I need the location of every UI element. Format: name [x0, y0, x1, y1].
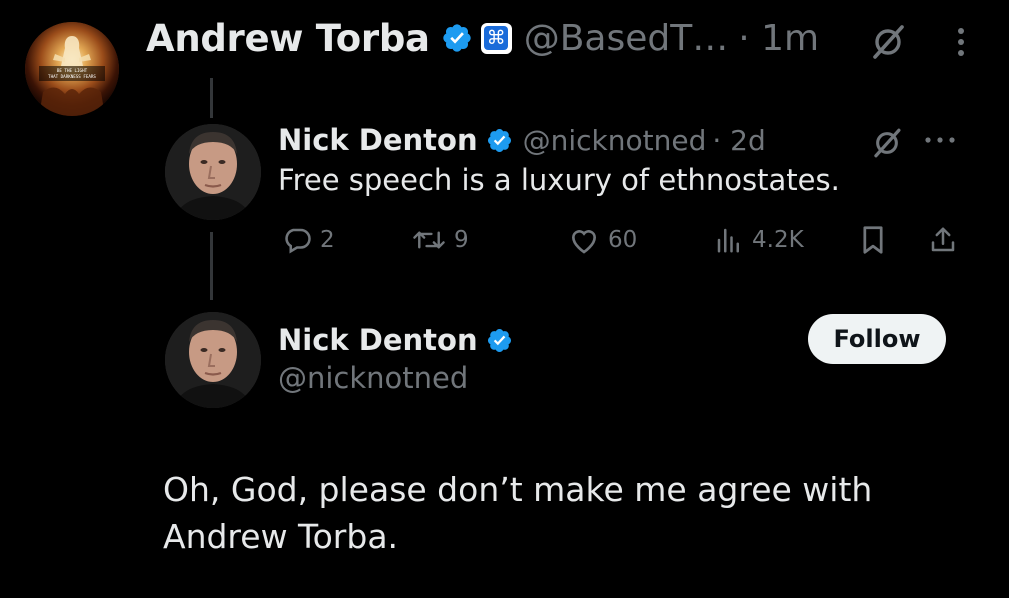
profile-avatar[interactable] [165, 312, 261, 408]
like-button[interactable]: 60 [568, 220, 637, 260]
quoted-post-text: Free speech is a luxury of ethnostates. [278, 163, 840, 197]
post-header: Andrew Torba ⌘ @BasedT… · 1m [146, 12, 819, 64]
profile-handle[interactable]: @nicknotned [278, 361, 468, 395]
verified-badge-icon[interactable] [486, 127, 513, 154]
grok-icon[interactable] [868, 22, 908, 62]
quoted-post-time[interactable]: · 2d [712, 124, 765, 157]
action-bar: 2 9 60 4.2K [282, 220, 962, 260]
share-button[interactable] [928, 220, 958, 260]
repost-count: 9 [454, 227, 469, 253]
reply-count: 2 [320, 227, 335, 253]
quoted-author-handle[interactable]: @nicknotned [523, 124, 707, 157]
post-time[interactable]: · 1m [738, 18, 819, 59]
like-icon [571, 230, 597, 254]
verified-badge-icon[interactable] [441, 22, 473, 54]
bookmark-icon [863, 226, 883, 254]
author-name[interactable]: Andrew Torba [146, 17, 430, 60]
thread-line [210, 232, 213, 300]
grok-icon[interactable] [870, 126, 904, 160]
more-icon[interactable] [918, 120, 962, 160]
author-handle[interactable]: @BasedT… [524, 18, 729, 59]
repost-icon [413, 231, 445, 249]
views-count: 4.2K [752, 227, 804, 253]
affiliate-badge-glyph: ⌘ [484, 26, 509, 50]
quoted-author-name[interactable]: Nick Denton [278, 123, 478, 157]
avatar[interactable]: BE THE LIGHT THAT DARKNESS FEARS [25, 22, 119, 116]
profile-name-row: Nick Denton [278, 318, 513, 362]
verified-badge-icon[interactable] [486, 327, 513, 354]
post-body-line: Andrew Torba. [163, 517, 399, 556]
bookmark-button[interactable] [859, 220, 887, 260]
reply-icon [285, 228, 311, 254]
thread-line [210, 78, 213, 118]
screen: BE THE LIGHT THAT DARKNESS FEARS Andrew … [0, 0, 1009, 598]
views-button[interactable]: 4.2K [714, 220, 804, 260]
share-icon [931, 227, 955, 252]
views-icon [717, 228, 739, 253]
avatar-text-line-1: BE THE LIGHT [57, 68, 88, 73]
quoted-post-header: Nick Denton @nicknotned · 2d [278, 118, 766, 162]
like-count: 60 [608, 227, 638, 253]
post-body-line: Oh, God, please don’t make me agree with [163, 470, 873, 509]
profile-name[interactable]: Nick Denton [278, 323, 478, 357]
post-body: Oh, God, please don’t make me agree with… [163, 466, 963, 560]
repost-button[interactable]: 9 [412, 220, 469, 260]
reply-button[interactable]: 2 [282, 220, 335, 260]
quoted-avatar[interactable] [165, 124, 261, 220]
follow-button[interactable]: Follow [808, 314, 946, 364]
affiliate-badge-icon[interactable]: ⌘ [480, 22, 512, 54]
more-icon[interactable] [946, 22, 976, 62]
avatar-text-line-2: THAT DARKNESS FEARS [48, 74, 96, 79]
